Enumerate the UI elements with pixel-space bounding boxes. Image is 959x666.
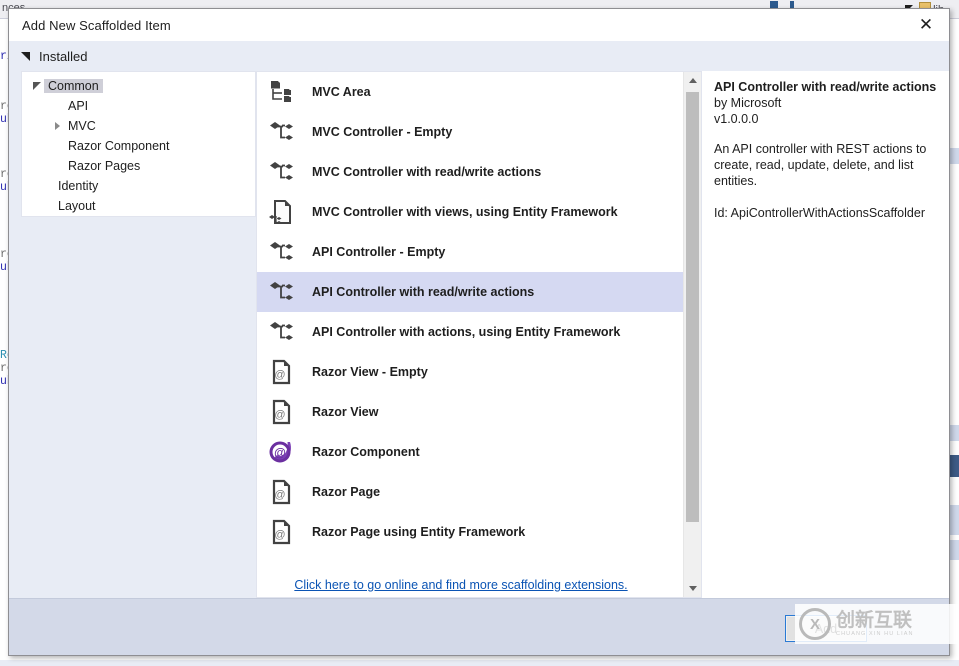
razor-document-icon: @ — [272, 399, 291, 425]
folder-tree-icon — [271, 81, 291, 102]
controller-nodes-icon — [270, 162, 293, 180]
razor-document-icon: @ — [268, 519, 298, 545]
folder-tree-icon — [268, 79, 298, 105]
list-item[interactable]: MVC Controller with read/write actions — [257, 152, 683, 192]
list-scrollbar[interactable] — [683, 72, 701, 597]
tree-expander-slot — [30, 82, 44, 90]
list-item-label: API Controller with actions, using Entit… — [312, 325, 621, 339]
list-item[interactable]: API Controller - Empty — [257, 232, 683, 272]
document-controller-icon — [268, 199, 298, 225]
detail-author: by Microsoft — [714, 96, 782, 110]
list-item[interactable]: @ Razor Page — [257, 472, 683, 512]
scroll-down-arrow-icon[interactable] — [684, 580, 701, 597]
details-panel: API Controller with read/write actions b… — [702, 71, 949, 598]
controller-nodes-icon — [268, 319, 298, 345]
controller-nodes-icon — [270, 322, 293, 340]
installed-label: Installed — [39, 48, 88, 64]
list-item-label: Razor View - Empty — [312, 365, 428, 379]
dialog-titlebar: Add New Scaffolded Item ✕ — [9, 9, 949, 41]
scaffold-list: MVC Area MVC Controller - Empty MVC Contro… — [257, 72, 683, 597]
tree-item-label: Razor Pages — [68, 159, 141, 173]
razor-document-icon: @ — [272, 479, 291, 505]
detail-description: An API controller with REST actions to c… — [714, 142, 927, 188]
list-item-label: MVC Area — [312, 85, 371, 99]
list-item[interactable]: @ Razor Page using Entity Framework — [257, 512, 683, 552]
category-tree: Common API MVC Razor Component Razor Pages Id… — [21, 71, 256, 217]
screen: nces lib rireubreubreubRereubliclicolled… — [0, 0, 959, 666]
add-new-scaffolded-item-dialog: Add New Scaffolded Item ✕ Installed Comm… — [8, 8, 950, 656]
tree-item-label: Identity — [58, 179, 99, 193]
controller-nodes-icon — [270, 122, 293, 140]
svg-text:@: @ — [274, 369, 285, 381]
tree-item-common[interactable]: Common — [22, 76, 255, 96]
list-item-label: Razor View — [312, 405, 379, 419]
detail-id: Id: ApiControllerWithActionsScaffolder — [714, 206, 925, 220]
list-item-label: API Controller - Empty — [312, 245, 446, 259]
controller-nodes-icon — [268, 279, 298, 305]
tree-expander-slot — [50, 122, 64, 130]
online-extensions-link[interactable]: Click here to go online and find more sc… — [294, 578, 627, 592]
controller-nodes-icon — [268, 239, 298, 265]
blazor-component-icon: @ — [269, 441, 291, 463]
svg-text:@: @ — [274, 446, 286, 460]
tree-item-identity[interactable]: Identity — [22, 176, 255, 196]
razor-document-icon: @ — [268, 359, 298, 385]
tree-item-api[interactable]: API — [22, 96, 255, 116]
scroll-up-arrow-icon[interactable] — [684, 72, 701, 89]
list-item-label: MVC Controller with views, using Entity … — [312, 205, 618, 219]
tree-expander-collapsed-icon[interactable] — [54, 122, 60, 130]
dialog-title: Add New Scaffolded Item — [22, 17, 171, 33]
close-icon[interactable]: ✕ — [903, 9, 949, 40]
razor-document-icon: @ — [268, 399, 298, 425]
list-item[interactable]: API Controller with actions, using Entit… — [257, 312, 683, 352]
document-controller-icon — [269, 200, 291, 224]
online-extensions-row: Click here to go online and find more sc… — [257, 568, 665, 602]
controller-nodes-icon — [270, 242, 293, 260]
scrollbar-thumb[interactable] — [686, 92, 699, 522]
list-item-label: MVC Controller - Empty — [312, 125, 453, 139]
list-item[interactable]: @ Razor View — [257, 392, 683, 432]
razor-document-icon: @ — [272, 519, 291, 545]
detail-version: v1.0.0.0 — [714, 112, 759, 126]
tree-item-label: Common — [44, 79, 103, 93]
list-item[interactable]: @ Razor View - Empty — [257, 352, 683, 392]
razor-document-icon: @ — [272, 359, 291, 385]
blazor-component-icon: @ — [268, 439, 298, 465]
list-item[interactable]: MVC Controller - Empty — [257, 112, 683, 152]
controller-nodes-icon — [268, 159, 298, 185]
list-item-label: Razor Component — [312, 445, 420, 459]
list-item-label: Razor Page using Entity Framework — [312, 525, 526, 539]
list-item-label: Razor Page — [312, 485, 381, 499]
installed-section-header[interactable]: Installed — [9, 41, 949, 71]
tree-item-razor-pages[interactable]: Razor Pages — [22, 156, 255, 176]
list-item[interactable]: @ Razor Component — [257, 432, 683, 472]
tree-item-label: MVC — [68, 119, 96, 133]
tree-item-label: Layout — [58, 199, 96, 213]
tree-item-label: API — [68, 99, 89, 113]
list-item-label: API Controller with read/write actions — [312, 285, 535, 299]
controller-nodes-icon — [270, 282, 293, 300]
tree-expander-expanded-icon[interactable] — [33, 82, 41, 90]
razor-document-icon: @ — [268, 479, 298, 505]
tree-item-mvc[interactable]: MVC — [22, 116, 255, 136]
controller-nodes-icon — [268, 119, 298, 145]
list-item[interactable]: MVC Area — [257, 72, 683, 112]
svg-text:@: @ — [274, 489, 285, 501]
tree-item-layout[interactable]: Layout — [22, 196, 255, 216]
svg-text:@: @ — [274, 409, 285, 421]
detail-title: API Controller with read/write actions — [714, 80, 937, 94]
tree-item-razor-component[interactable]: Razor Component — [22, 136, 255, 156]
add-button[interactable]: Add — [785, 615, 867, 642]
dialog-body: Common API MVC Razor Component Razor Pages Id… — [9, 71, 949, 598]
scaffold-list-panel: MVC Area MVC Controller - Empty MVC Contro… — [256, 71, 702, 598]
list-item[interactable]: MVC Controller with views, using Entity … — [257, 192, 683, 232]
list-item-label: MVC Controller with read/write actions — [312, 165, 542, 179]
triangle-down-icon — [21, 51, 30, 61]
list-item[interactable]: API Controller with read/write actions — [257, 272, 683, 312]
svg-text:@: @ — [274, 529, 285, 541]
dialog-footer: Add — [9, 598, 949, 655]
tree-item-label: Razor Component — [68, 139, 170, 153]
